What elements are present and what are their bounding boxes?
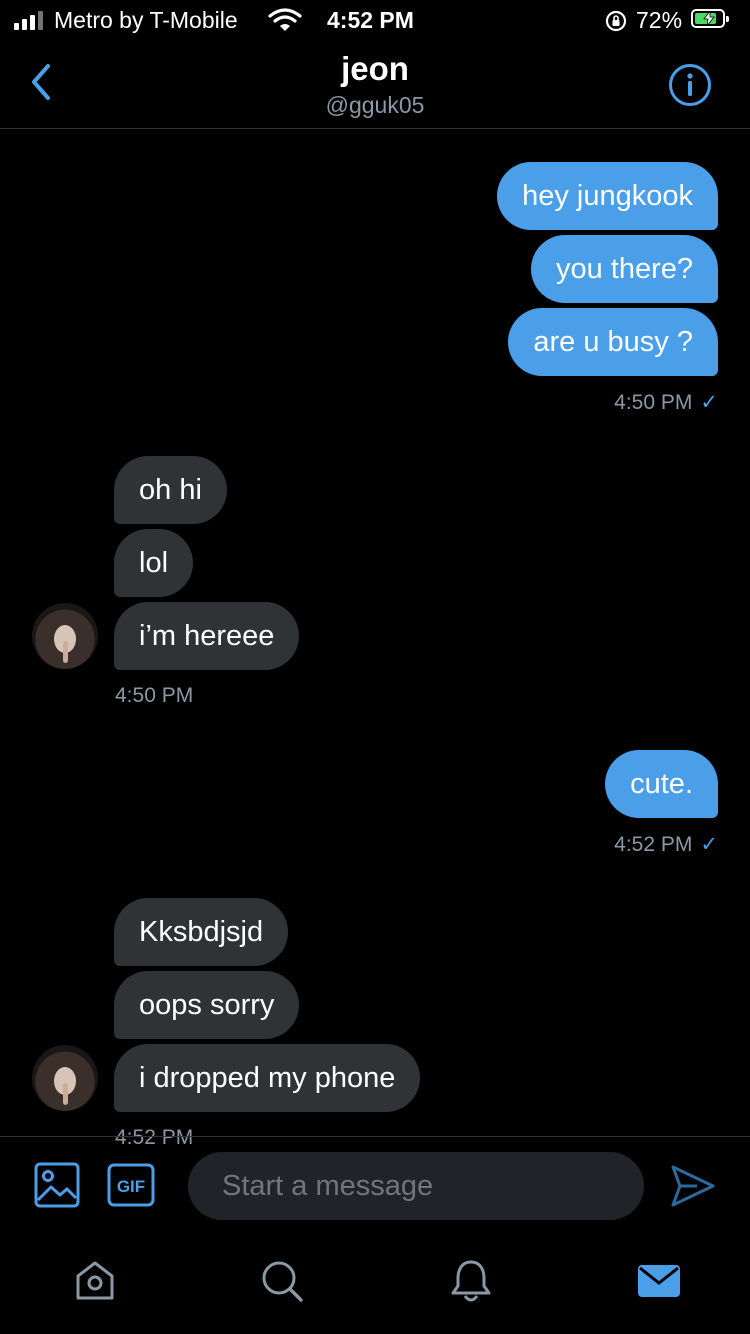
timestamp-text: 4:52 PM (115, 1126, 194, 1149)
received-message-bubble[interactable]: i’m hereee (114, 602, 300, 670)
image-icon (34, 1162, 80, 1208)
tab-messages[interactable] (636, 1258, 682, 1309)
sent-message-bubble[interactable]: cute. (605, 750, 718, 818)
home-icon (76, 1261, 114, 1300)
timestamp-text: 4:50 PM (614, 391, 693, 414)
messages-icon (638, 1265, 680, 1297)
info-button[interactable] (668, 63, 712, 112)
received-message-bubble[interactable]: oh hi (114, 456, 227, 524)
status-bar: Metro by T-Mobile 4:52 PM 72% (0, 0, 750, 40)
message-timestamp: 4:52 PM ✓ (614, 832, 718, 857)
battery-percent: 72% (636, 7, 683, 33)
read-check-icon: ✓ (700, 391, 718, 414)
read-check-icon: ✓ (700, 833, 718, 856)
tab-home[interactable] (72, 1258, 118, 1309)
send-icon (671, 1165, 715, 1207)
message-timestamp: 4:52 PM (115, 1126, 193, 1150)
tab-notifications[interactable] (448, 1258, 494, 1309)
message-timestamp: 4:50 PM ✓ (614, 390, 718, 415)
received-message-bubble[interactable]: Kksbdjsjd (114, 898, 289, 966)
avatar[interactable] (32, 603, 98, 669)
received-message-bubble[interactable]: i dropped my phone (114, 1044, 421, 1112)
message-input[interactable]: Start a message (188, 1152, 644, 1220)
composer-divider (0, 1136, 750, 1137)
received-message-bubble[interactable]: oops sorry (114, 971, 300, 1039)
sent-message-bubble[interactable]: hey jungkook (497, 162, 718, 230)
carrier-name: Metro by T-Mobile (54, 7, 238, 33)
sent-message-bubble[interactable]: are u busy ? (508, 308, 718, 376)
wifi-icon (268, 8, 302, 38)
conversation-handle[interactable]: @gguk05 (0, 92, 750, 119)
tab-search[interactable] (259, 1258, 305, 1309)
gif-icon: GIF (107, 1163, 155, 1207)
battery-charging-icon (691, 9, 729, 28)
signal-icon (14, 11, 43, 30)
orientation-lock-icon (604, 9, 628, 39)
gif-button[interactable]: GIF (107, 1163, 155, 1212)
header-divider (0, 128, 750, 129)
svg-text:GIF: GIF (117, 1177, 145, 1196)
message-timestamp: 4:50 PM (115, 684, 193, 708)
image-button[interactable] (34, 1162, 80, 1213)
info-icon (669, 64, 711, 106)
timestamp-text: 4:50 PM (115, 684, 194, 707)
notifications-icon (451, 1260, 491, 1302)
timestamp-text: 4:52 PM (614, 833, 693, 856)
send-button[interactable] (670, 1164, 716, 1213)
sent-message-bubble[interactable]: you there? (530, 235, 718, 303)
received-message-bubble[interactable]: lol (114, 529, 194, 597)
search-icon (262, 1261, 303, 1302)
conversation-title[interactable]: jeon (0, 50, 750, 88)
status-time: 4:52 PM (327, 7, 414, 33)
avatar[interactable] (32, 1045, 98, 1111)
